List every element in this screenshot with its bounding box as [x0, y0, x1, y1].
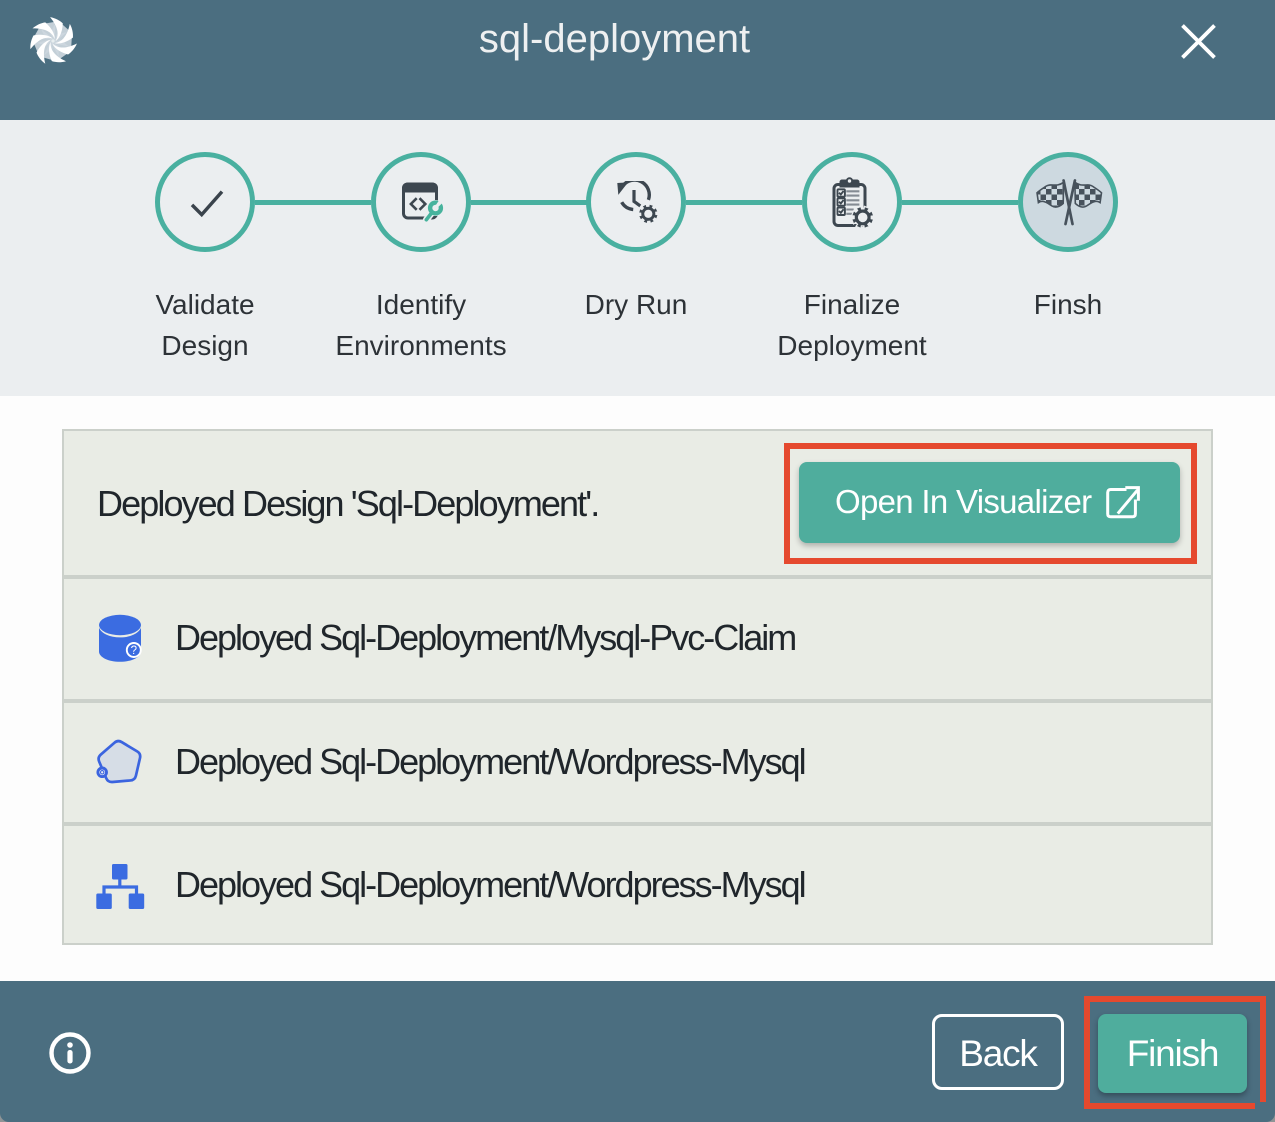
svg-text:?: ? — [131, 645, 137, 657]
